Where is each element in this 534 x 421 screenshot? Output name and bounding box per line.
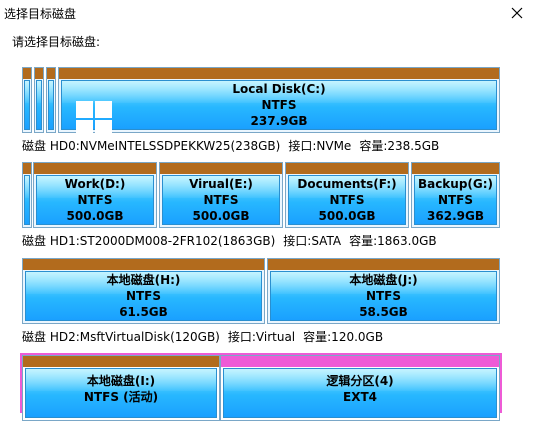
- partition-fs: EXT4: [343, 390, 377, 404]
- partition-fs: NTFS: [203, 193, 239, 207]
- disk0-reserved-partition-2[interactable]: [34, 67, 44, 133]
- partition-label: 逻辑分区(4): [326, 374, 394, 388]
- disk0-reserved-partition-3[interactable]: [46, 67, 56, 133]
- disk-name: 磁盘 HD2:MsftVirtualDisk(120GB): [22, 330, 220, 344]
- disk1-info: 磁盘 HD1:ST2000DM008-2FR102(1863GB) 接口:SATA…: [22, 232, 445, 249]
- partition-label: Backup(G:): [417, 177, 494, 191]
- disk-name: 磁盘 HD0:NVMeINTELSSDPEKKW25(238GB): [22, 139, 281, 153]
- partition-size: 58.5GB: [359, 305, 408, 319]
- disk-interface: 接口:SATA: [283, 234, 342, 248]
- disk0-info: 磁盘 HD0:NVMeINTELSSDPEKKW25(238GB) 接口:NVMe…: [22, 137, 447, 154]
- partition-j[interactable]: 本地磁盘(J:) NTFS 58.5GB: [267, 258, 500, 324]
- partition-label: Documents(F:): [297, 177, 397, 191]
- partition-g[interactable]: Backup(G:) NTFS 362.9GB: [411, 162, 500, 228]
- windows-logo-icon: [74, 99, 114, 139]
- partition-f[interactable]: Documents(F:) NTFS 500.0GB: [285, 162, 409, 228]
- close-icon[interactable]: [506, 3, 528, 23]
- disk-interface: 接口:NVMe: [288, 139, 352, 153]
- partition-fs: NTFS: [125, 289, 162, 303]
- disk-name: 磁盘 HD1:ST2000DM008-2FR102(1863GB): [22, 234, 276, 248]
- partition-size: 362.9GB: [427, 209, 484, 223]
- window-title: 选择目标磁盘: [4, 7, 77, 21]
- partition-fs: NTFS: [365, 289, 402, 303]
- disk2-info: 磁盘 HD2:MsftVirtualDisk(120GB) 接口:Virtual 容…: [22, 328, 391, 345]
- partition-c[interactable]: Local Disk(C:) NTFS 237.9GB: [58, 67, 500, 137]
- partition-size: 500.0GB: [318, 209, 376, 223]
- partition-label: 本地磁盘(H:): [106, 273, 181, 287]
- disk-capacity: 容量:238.5GB: [359, 139, 440, 153]
- disk-interface: 接口:Virtual: [227, 330, 296, 344]
- partition-label: Local Disk(C:): [232, 82, 326, 96]
- partition-size: 500.0GB: [192, 209, 250, 223]
- partition-fs: NTFS: [329, 193, 365, 207]
- partition-fs: NTFS: [437, 193, 474, 207]
- partition-i[interactable]: 本地磁盘(I:) NTFS (活动): [22, 355, 220, 421]
- disk0-reserved-partition-1[interactable]: [22, 67, 32, 133]
- partition-size: 61.5GB: [119, 305, 168, 319]
- partition-label: Work(D:): [64, 177, 126, 191]
- prompt-label: 请选择目标磁盘:: [12, 35, 101, 49]
- disk-capacity: 容量:1863.0GB: [349, 234, 437, 248]
- partition-size: 500.0GB: [66, 209, 124, 223]
- partition-fs: NTFS (活动): [83, 390, 159, 404]
- partition-label: 本地磁盘(I:): [86, 374, 156, 388]
- partition-d[interactable]: Work(D:) NTFS 500.0GB: [33, 162, 157, 228]
- partition-h[interactable]: 本地磁盘(H:) NTFS 61.5GB: [22, 258, 265, 324]
- partition-fs: NTFS: [77, 193, 113, 207]
- disk1-reserved-partition[interactable]: [22, 162, 32, 228]
- partition-label: Virual(E:): [189, 177, 253, 191]
- partition-fs: NTFS: [261, 98, 297, 112]
- disk-capacity: 容量:120.0GB: [303, 330, 384, 344]
- partition-size: 237.9GB: [250, 114, 308, 128]
- title-bar: 选择目标磁盘: [0, 0, 534, 28]
- partition-logical-4[interactable]: 逻辑分区(4) EXT4: [220, 355, 500, 421]
- partition-label: 本地磁盘(J:): [349, 273, 418, 287]
- partition-e[interactable]: Virual(E:) NTFS 500.0GB: [159, 162, 283, 228]
